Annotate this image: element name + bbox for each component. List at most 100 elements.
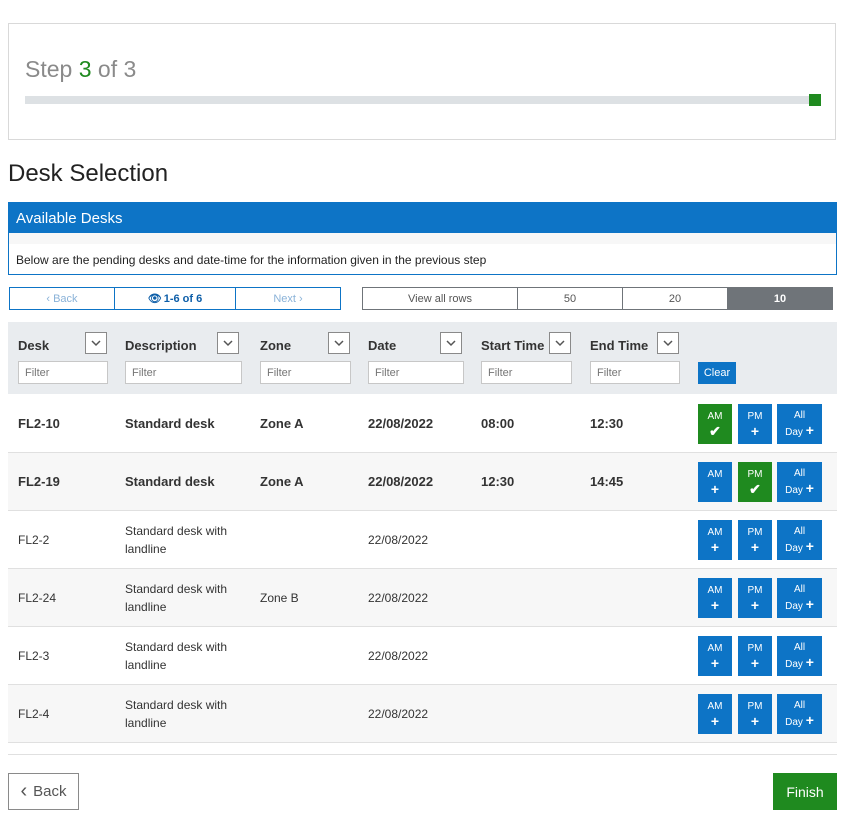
cell-start: 12:30 (481, 474, 515, 489)
all-day-button[interactable]: All Day + (777, 636, 822, 676)
check-icon: ✔ (709, 423, 721, 439)
am-button[interactable]: AM + (698, 462, 732, 502)
chevron-down-icon[interactable] (657, 332, 679, 354)
cell-end (590, 627, 690, 685)
pm-button[interactable]: PM ✔ (738, 462, 772, 502)
filter-input[interactable] (260, 361, 351, 384)
column-header: End Time (590, 338, 649, 353)
chevron-down-icon[interactable] (328, 332, 350, 354)
filter-input[interactable] (481, 361, 572, 384)
cell-description: Standard desk (125, 416, 215, 431)
progress-fill (809, 94, 821, 106)
plus-icon: + (805, 595, 814, 612)
plus-icon: + (710, 713, 720, 729)
cell-start (481, 627, 581, 685)
eye-icon: 👁 (147, 293, 162, 305)
cell-description: Standard desk with landline (125, 640, 228, 672)
progress-bar (25, 94, 821, 106)
table-row: FL2-3 Standard desk with landline 22/08/20… (8, 627, 837, 685)
column-header: Start Time (481, 338, 545, 353)
cell-desk: FL2-19 (18, 474, 60, 489)
table-row: FL2-19 Standard desk Zone A 22/08/2022 12:30… (8, 453, 837, 511)
pm-button[interactable]: PM + (738, 520, 772, 560)
am-button[interactable]: AM + (698, 520, 732, 560)
pm-button[interactable]: PM + (738, 694, 772, 734)
cell-desk: FL2-2 (18, 533, 50, 547)
am-button[interactable]: AM + (698, 694, 732, 734)
step-current: 3 (78, 56, 92, 82)
pager-next-button[interactable]: Next › (236, 288, 340, 309)
all-day-button[interactable]: All Day + (777, 694, 822, 734)
plus-icon: + (805, 537, 814, 554)
cell-start (481, 569, 581, 627)
chevron-down-icon[interactable] (85, 332, 107, 354)
cell-date: 22/08/2022 (368, 474, 434, 489)
am-button[interactable]: AM ✔ (698, 404, 732, 444)
chevron-left-icon: ‹ (46, 292, 51, 305)
cell-start (481, 511, 581, 569)
page-title: Desk Selection (8, 160, 169, 187)
plus-icon: + (805, 711, 814, 728)
pager-range: 👁 1-6 of 6 (114, 288, 236, 309)
pagination: ‹ Back 👁 1-6 of 6 Next › (9, 287, 341, 310)
panel-description: Below are the pending desks and date-tim… (16, 253, 487, 267)
rows-option[interactable]: 50 (517, 287, 623, 310)
filter-input[interactable] (18, 361, 108, 384)
cell-zone: Zone B (260, 591, 299, 605)
cell-desk: FL2-24 (18, 591, 57, 605)
all-day-button[interactable]: All Day + (777, 462, 822, 502)
pm-button[interactable]: PM + (738, 404, 772, 444)
filter-input[interactable] (125, 361, 242, 384)
column-header: Date (368, 338, 397, 353)
filter-input[interactable] (590, 361, 680, 384)
table-row: FL2-2 Standard desk with landline 22/08/20… (8, 511, 837, 569)
cell-desk: FL2-10 (18, 416, 60, 431)
plus-icon: + (805, 653, 814, 670)
cell-date: 22/08/2022 (368, 533, 429, 547)
table-header: Desk Description Zone Date Start Time End Tim… (8, 322, 837, 394)
clear-button[interactable]: Clear (698, 362, 736, 384)
am-button[interactable]: AM + (698, 578, 732, 618)
pm-button[interactable]: PM + (738, 636, 772, 676)
cell-zone (260, 627, 360, 685)
cell-description: Standard desk with landline (125, 524, 228, 556)
cell-end (590, 685, 690, 743)
cell-end: 12:30 (590, 416, 624, 431)
all-day-button[interactable]: All Day + (777, 520, 822, 560)
cell-end (590, 569, 690, 627)
column-header: Desk (18, 338, 50, 353)
rows-option[interactable]: 10 (727, 287, 833, 310)
cell-zone (260, 685, 360, 743)
divider (8, 754, 837, 755)
panel-body: Below are the pending desks and date-tim… (8, 233, 837, 275)
check-icon: ✔ (749, 481, 761, 497)
plus-icon: + (710, 655, 720, 671)
cell-description: Standard desk (125, 474, 215, 489)
rows-option[interactable]: View all rows (362, 287, 518, 310)
table-row: FL2-10 Standard desk Zone A 22/08/2022 08:00… (8, 395, 837, 453)
finish-button[interactable]: Finish (773, 773, 837, 810)
back-button[interactable]: ‹ Back (8, 773, 79, 810)
pager-back-button[interactable]: ‹ Back (10, 288, 114, 309)
chevron-down-icon[interactable] (549, 332, 571, 354)
cell-zone: Zone A (260, 474, 304, 489)
all-day-button[interactable]: All Day + (777, 404, 822, 444)
cell-start (481, 685, 581, 743)
pm-button[interactable]: PM + (738, 578, 772, 618)
all-day-button[interactable]: All Day + (777, 578, 822, 618)
plus-icon: + (710, 481, 720, 497)
cell-end (590, 511, 690, 569)
chevron-down-icon[interactable] (217, 332, 239, 354)
cell-description: Standard desk with landline (125, 698, 228, 730)
plus-icon: + (750, 713, 760, 729)
table-row: FL2-4 Standard desk with landline 22/08/20… (8, 685, 837, 743)
step-title: Step 3 of 3 (25, 56, 137, 82)
rows-per-page-group: View all rows 50 20 10 (362, 287, 833, 310)
chevron-right-icon: › (298, 292, 303, 305)
filter-input[interactable] (368, 361, 464, 384)
chevron-left-icon: ‹ (20, 780, 28, 802)
am-button[interactable]: AM + (698, 636, 732, 676)
chevron-down-icon[interactable] (440, 332, 462, 354)
cell-desk: FL2-4 (18, 707, 50, 721)
rows-option[interactable]: 20 (622, 287, 728, 310)
